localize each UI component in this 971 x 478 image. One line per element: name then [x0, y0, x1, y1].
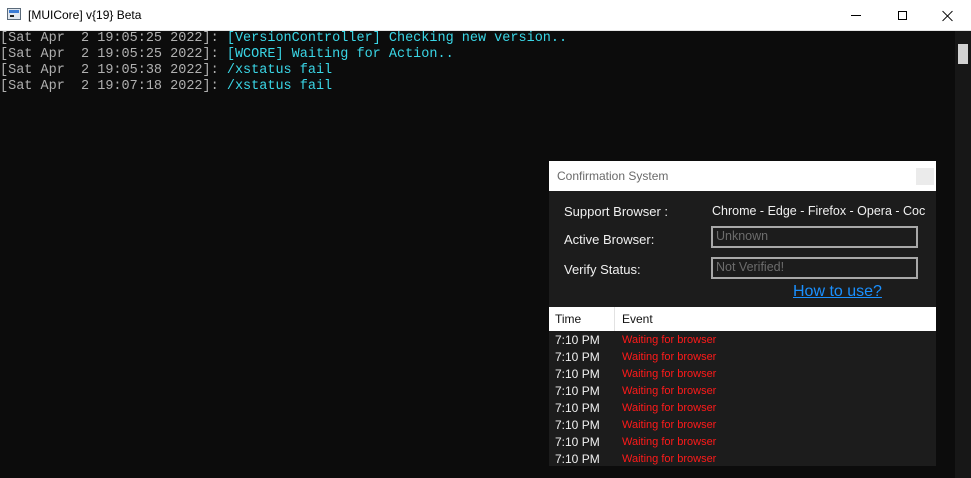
vertical-scrollbar[interactable] — [955, 31, 971, 478]
active-browser-field[interactable]: Unknown — [711, 226, 918, 248]
row-time: 7:10 PM — [555, 384, 600, 398]
close-button[interactable] — [925, 0, 971, 31]
column-header-event[interactable]: Event — [622, 312, 653, 326]
window-title: [MUICore] v{19} Beta — [28, 8, 142, 22]
event-list-header: Time Event — [549, 307, 936, 331]
list-item[interactable]: 7:10 PM Waiting for browser — [549, 349, 936, 366]
support-browser-label: Support Browser : — [564, 204, 669, 219]
dialog-close-button[interactable] — [916, 168, 934, 185]
log-message: /xstatus fail — [226, 63, 333, 78]
row-time: 7:10 PM — [555, 401, 600, 415]
confirmation-dialog: Confirmation System Support Browser : Ch… — [549, 161, 936, 466]
column-header-time[interactable]: Time — [555, 312, 581, 326]
maximize-button[interactable] — [879, 0, 925, 31]
event-list: 7:10 PM Waiting for browser 7:10 PM Waitin… — [549, 332, 936, 466]
maximize-icon — [897, 11, 907, 20]
console-app-icon[interactable] — [7, 8, 21, 20]
log-timestamp: [Sat Apr 2 19:05:25 2022]: — [0, 47, 227, 62]
log-message: [WCORE] Waiting for Action.. — [226, 47, 454, 62]
row-time: 7:10 PM — [555, 435, 600, 449]
list-item[interactable]: 7:10 PM Waiting for browser — [549, 366, 936, 383]
close-icon — [942, 10, 954, 22]
log-line: [Sat Apr 2 19:05:25 2022]: [WCORE] Waiti… — [0, 47, 955, 63]
log-message: /xstatus fail — [226, 79, 333, 94]
list-item[interactable]: 7:10 PM Waiting for browser — [549, 332, 936, 349]
verify-status-label: Verify Status: — [564, 262, 641, 277]
row-time: 7:10 PM — [555, 418, 600, 432]
dialog-title-bar[interactable]: Confirmation System — [549, 161, 936, 191]
row-time: 7:10 PM — [555, 350, 600, 364]
row-event: Waiting for browser — [622, 436, 717, 448]
title-bar: [MUICore] v{19} Beta — [0, 0, 971, 31]
list-item[interactable]: 7:10 PM Waiting for browser — [549, 400, 936, 417]
log-timestamp: [Sat Apr 2 19:07:18 2022]: — [0, 79, 227, 94]
list-item[interactable]: 7:10 PM Waiting for browser — [549, 417, 936, 434]
log-line: [Sat Apr 2 19:05:25 2022]: [VersionContr… — [0, 31, 955, 47]
log-message: [VersionController] Checking new version… — [226, 31, 568, 46]
how-to-use-link[interactable]: How to use? — [793, 283, 882, 301]
log-line: [Sat Apr 2 19:05:38 2022]: /xstatus fail — [0, 63, 955, 79]
column-divider[interactable] — [614, 307, 615, 331]
row-event: Waiting for browser — [622, 351, 717, 363]
list-item[interactable]: 7:10 PM Waiting for browser — [549, 383, 936, 400]
row-time: 7:10 PM — [555, 367, 600, 381]
row-event: Waiting for browser — [622, 419, 717, 431]
row-time: 7:10 PM — [555, 333, 600, 347]
row-event: Waiting for browser — [622, 385, 717, 397]
list-item[interactable]: 7:10 PM Waiting for browser — [549, 434, 936, 451]
dialog-title: Confirmation System — [557, 169, 669, 183]
minimize-button[interactable] — [833, 0, 879, 31]
supported-browsers-text: Chrome - Edge - Firefox - Opera - Coc — [712, 204, 926, 218]
verify-status-field[interactable]: Not Verified! — [711, 257, 918, 279]
row-event: Waiting for browser — [622, 368, 717, 380]
log-timestamp: [Sat Apr 2 19:05:38 2022]: — [0, 63, 227, 78]
row-time: 7:10 PM — [555, 452, 600, 466]
active-browser-label: Active Browser: — [564, 232, 655, 247]
log-line: [Sat Apr 2 19:07:18 2022]: /xstatus fail — [0, 79, 955, 95]
row-event: Waiting for browser — [622, 453, 717, 465]
log-timestamp: [Sat Apr 2 19:05:25 2022]: — [0, 31, 227, 46]
row-event: Waiting for browser — [622, 402, 717, 414]
list-item[interactable]: 7:10 PM Waiting for browser — [549, 451, 936, 466]
minimize-icon — [851, 15, 861, 16]
scrollbar-thumb[interactable] — [958, 44, 968, 64]
row-event: Waiting for browser — [622, 334, 717, 346]
